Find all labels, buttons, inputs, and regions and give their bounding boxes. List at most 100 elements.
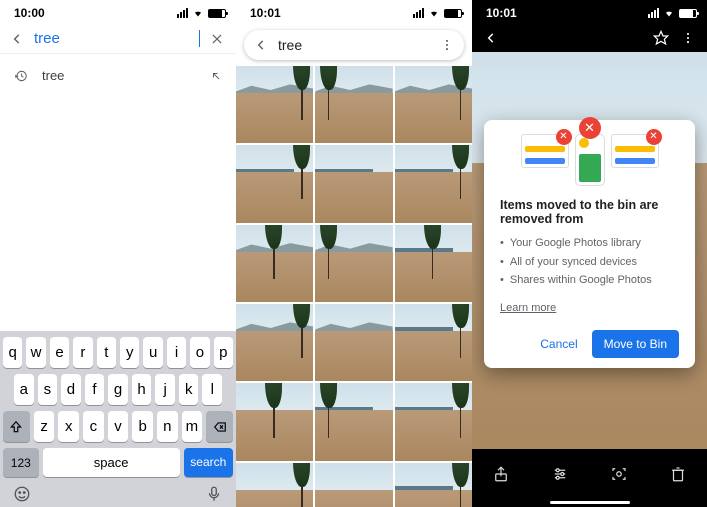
photo-thumb[interactable] [236, 304, 313, 381]
overflow-icon[interactable] [440, 38, 454, 52]
key-m[interactable]: m [182, 411, 203, 442]
key-u[interactable]: u [143, 337, 162, 368]
move-to-bin-button[interactable]: Move to Bin [592, 330, 679, 358]
dialog-bullets: Your Google Photos library All of your s… [500, 234, 679, 290]
photo-thumb[interactable] [315, 383, 392, 460]
key-h[interactable]: h [132, 374, 152, 405]
photo-thumb[interactable] [315, 463, 392, 507]
wifi-icon [663, 9, 675, 18]
photo-thumb[interactable] [395, 145, 472, 222]
laptop-icon: ✕ [521, 134, 569, 168]
key-x[interactable]: x [58, 411, 79, 442]
key-d[interactable]: d [61, 374, 81, 405]
suggestion-text: tree [42, 68, 64, 83]
keyboard-row-1: q w e r t y u i o p [3, 337, 233, 368]
key-p[interactable]: p [214, 337, 233, 368]
photo-thumb[interactable] [315, 225, 392, 302]
home-indicator[interactable] [550, 501, 630, 504]
signal-icon [413, 8, 424, 18]
status-time: 10:00 [14, 6, 45, 20]
key-a[interactable]: a [14, 374, 34, 405]
dialog-bullet: Your Google Photos library [500, 234, 679, 253]
cancel-button[interactable]: Cancel [532, 331, 585, 357]
share-icon[interactable] [492, 465, 510, 483]
close-icon[interactable] [210, 32, 224, 46]
search-bar[interactable]: tree [244, 30, 464, 60]
key-w[interactable]: w [26, 337, 45, 368]
key-g[interactable]: g [108, 374, 128, 405]
photo-thumb[interactable] [395, 304, 472, 381]
key-c[interactable]: c [83, 411, 104, 442]
keyboard-row-3: z x c v b n m [3, 411, 233, 442]
key-r[interactable]: r [73, 337, 92, 368]
status-indicators [413, 8, 462, 18]
key-k[interactable]: k [179, 374, 199, 405]
photo-thumb[interactable] [315, 145, 392, 222]
x-badge-icon: ✕ [579, 117, 601, 139]
status-time: 10:01 [250, 6, 281, 20]
screen-search-results: 10:01 tree [236, 0, 472, 507]
space-key[interactable]: space [43, 448, 180, 477]
search-key[interactable]: search [184, 448, 233, 477]
key-b[interactable]: b [132, 411, 153, 442]
battery-icon [444, 9, 462, 18]
edit-icon[interactable] [551, 465, 569, 483]
x-badge-icon: ✕ [556, 129, 572, 145]
key-t[interactable]: t [97, 337, 116, 368]
key-z[interactable]: z [34, 411, 55, 442]
key-e[interactable]: e [50, 337, 69, 368]
wifi-icon [192, 9, 204, 18]
back-icon[interactable] [484, 31, 498, 45]
laptop-icon: ✕ [611, 134, 659, 168]
status-bar: 10:01 [236, 0, 472, 22]
key-f[interactable]: f [85, 374, 105, 405]
search-input[interactable]: tree [278, 37, 430, 53]
learn-more-link[interactable]: Learn more [500, 302, 556, 314]
key-l[interactable]: l [202, 374, 222, 405]
photo-thumb[interactable] [395, 383, 472, 460]
photo-thumb[interactable] [236, 383, 313, 460]
key-y[interactable]: y [120, 337, 139, 368]
overflow-icon[interactable] [681, 31, 695, 45]
battery-icon [208, 9, 226, 18]
numbers-key[interactable]: 123 [3, 448, 39, 477]
photo-thumb[interactable] [315, 304, 392, 381]
arrow-upleft-icon [210, 70, 222, 82]
dialog-bullet: All of your synced devices [500, 253, 679, 272]
emoji-icon[interactable] [13, 485, 31, 503]
status-time: 10:01 [486, 6, 517, 20]
key-q[interactable]: q [3, 337, 22, 368]
divider [0, 53, 236, 54]
key-o[interactable]: o [190, 337, 209, 368]
viewer-bottom-bar [472, 449, 707, 507]
photo-thumb[interactable] [395, 66, 472, 143]
photo-thumb[interactable] [395, 225, 472, 302]
photo-thumb[interactable] [236, 66, 313, 143]
search-input[interactable]: tree [34, 30, 200, 47]
mic-icon[interactable] [205, 485, 223, 503]
lens-icon[interactable] [610, 465, 628, 483]
key-n[interactable]: n [157, 411, 178, 442]
screen-photo-viewer: 10:01 ✕ ✕ ✕ Items moved to the bin are r… [472, 0, 707, 507]
search-suggestion[interactable]: tree [0, 60, 236, 91]
photo-thumb[interactable] [236, 463, 313, 507]
battery-icon [679, 9, 697, 18]
status-indicators [177, 8, 226, 18]
key-v[interactable]: v [108, 411, 129, 442]
backspace-key[interactable] [206, 411, 233, 442]
back-icon[interactable] [10, 32, 24, 46]
screen-search-typing: 10:00 tree tree q w e r t y u i o p [0, 0, 236, 507]
key-s[interactable]: s [38, 374, 58, 405]
star-icon[interactable] [653, 30, 669, 46]
trash-icon[interactable] [669, 465, 687, 483]
dialog-bullet: Shares within Google Photos [500, 271, 679, 290]
back-icon[interactable] [254, 38, 268, 52]
signal-icon [177, 8, 188, 18]
photo-thumb[interactable] [236, 225, 313, 302]
photo-thumb[interactable] [236, 145, 313, 222]
photo-thumb[interactable] [315, 66, 392, 143]
key-j[interactable]: j [155, 374, 175, 405]
key-i[interactable]: i [167, 337, 186, 368]
photo-thumb[interactable] [395, 463, 472, 507]
shift-key[interactable] [3, 411, 30, 442]
